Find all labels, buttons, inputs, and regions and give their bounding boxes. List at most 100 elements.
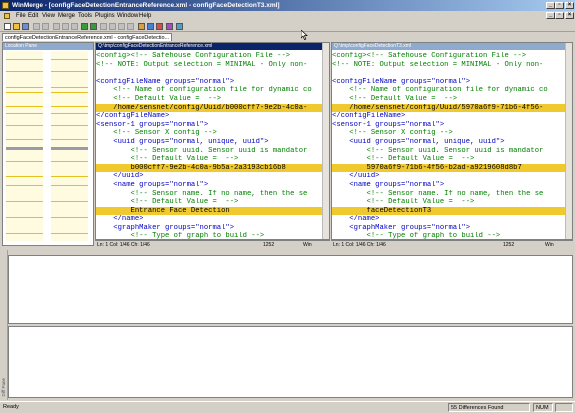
undo-icon[interactable] [33,23,40,30]
document-icon[interactable] [4,13,10,19]
new-icon[interactable] [4,23,11,30]
next-diff-icon[interactable] [81,23,88,30]
code-line[interactable] [332,69,572,78]
code-line[interactable]: <!-- Default Value = --> [96,95,329,104]
location-pane[interactable]: Location Pane [2,42,94,246]
diff-pane-left[interactable] [8,255,573,324]
code-line[interactable]: <!-- Name of configuration file for dyna… [332,86,572,95]
current-diff-icon[interactable] [71,23,78,30]
code-line-text: <!-- NOTE: Output selection = MINIMAL - … [96,60,308,69]
menu-edit[interactable]: Edit [28,12,38,20]
code-line[interactable]: <!-- Sensor name. If no name, then the s… [332,190,572,199]
vertical-scrollbar[interactable] [322,43,329,239]
code-line[interactable]: <!-- Sensor X config --> [332,129,572,138]
menu-merge[interactable]: Merge [58,12,75,20]
menu-plugins[interactable]: Plugins [95,12,115,20]
code-line[interactable]: </name> [332,215,572,224]
copy-all-left-icon[interactable] [118,23,125,30]
code-line[interactable]: <configFileName groups="normal"> [96,78,329,87]
code-line[interactable]: <!-- Default Value = --> [332,95,572,104]
code-line[interactable]: <!-- Default Value = --> [96,198,329,207]
code-line[interactable]: <!-- Sensor X config --> [96,129,329,138]
code-line-text: <!-- Sensor uuid. Sensor uuid is mandato… [96,146,308,155]
prev-diff-icon[interactable] [62,23,69,30]
code-line[interactable]: <sensor-1 groups="normal"> [332,121,572,130]
code-line[interactable]: <uuid groups="normal, unique, uuid"> [332,138,572,147]
tab-config-compare[interactable]: configFaceDetectionEntranceReference.xml… [2,33,173,41]
doc-close-button[interactable]: × [565,12,574,19]
doc-restore-button[interactable]: ▫ [555,12,564,19]
code-line[interactable]: <!-- NOTE: Output selection = MINIMAL - … [96,61,329,70]
code-line[interactable]: <!-- Default Value = --> [332,198,572,207]
close-button[interactable]: × [565,2,574,9]
code-line[interactable]: <name groups="normal"> [332,181,572,190]
left-file-pane[interactable]: Q:\tmp\configFaceDetectionEntranceRefere… [95,42,330,240]
code-line[interactable] [96,69,329,78]
code-line[interactable]: <!-- Sensor uuid. Sensor uuid is mandato… [332,147,572,156]
maximize-button[interactable]: ▫ [555,2,564,9]
code-line-diff[interactable]: /home/sensnet/config/Uuid/5970a6f9-71b6-… [332,103,572,113]
code-line[interactable]: </configFileName> [96,112,329,121]
open-icon[interactable] [13,23,20,30]
code-line[interactable]: <uuid groups="normal, unique, uuid"> [96,138,329,147]
code-line[interactable]: <!-- Sensor uuid. Sensor uuid is mandato… [96,147,329,156]
redo-icon[interactable] [42,23,49,30]
right-eol: Win [545,242,554,248]
copy-all-right-icon[interactable] [127,23,134,30]
code-line-text: <!-- Default Value = --> [332,198,475,207]
horizontal-splitter[interactable] [0,249,575,254]
save-icon[interactable] [22,23,29,30]
code-line[interactable]: <!-- Default Value = --> [332,155,572,164]
menu-help[interactable]: Help [139,12,151,20]
code-line[interactable]: <!-- Name of configuration file for dyna… [96,86,329,95]
filter-icon[interactable] [156,23,163,30]
menu-window[interactable]: Window [117,12,138,20]
code-line[interactable]: </name> [96,215,329,224]
right-code-view[interactable]: <config><!-- Safehouse Configuration Fil… [332,52,572,239]
code-line[interactable]: </configFileName> [332,112,572,121]
code-line[interactable]: <graphMaker groups="normal"> [96,224,329,233]
left-code-view[interactable]: <config><!-- Safehouse Configuration Fil… [96,52,329,239]
vertical-scrollbar[interactable] [565,43,572,239]
code-line[interactable]: <config><!-- Safehouse Configuration Fil… [96,52,329,61]
last-diff-icon[interactable] [90,23,97,30]
code-line-diff[interactable]: b000cff7-9e2b-4c0a-9b5a-2a3193cb16b8 [96,163,329,173]
right-file-pane[interactable]: Q:\tmp\configFaceDetectionT3.xml <config… [331,42,573,240]
status-bar: Ready 55 Differences Found NUM [0,401,575,412]
diff-pane-right[interactable] [8,326,573,398]
first-diff-icon[interactable] [53,23,60,30]
code-line-text: <!-- NOTE: Output selection = MINIMAL - … [332,60,544,69]
code-line-diff[interactable]: Entrance Face Detection [96,206,329,216]
code-line-diff[interactable]: faceDetectionT3 [332,206,572,216]
code-line[interactable]: <!-- Default Value = --> [96,155,329,164]
menu-tools[interactable]: Tools [78,12,92,20]
tab-bar: configFaceDetectionEntranceReference.xml… [0,32,575,41]
location-bar-left[interactable] [6,51,43,241]
winmerge-app-icon[interactable] [2,2,9,9]
minimize-button[interactable]: _ [546,2,555,9]
refresh-icon[interactable] [147,23,154,30]
code-line[interactable]: <!-- NOTE: Output selection = MINIMAL - … [332,61,572,70]
code-line[interactable]: <graphMaker groups="normal"> [332,224,572,233]
code-line-text: <graphMaker groups="normal"> [332,223,471,232]
code-line[interactable]: <!-- Type of graph to build --> [96,232,329,239]
code-line-diff[interactable]: 5970a6f9-71b6-4f56-b2ad-a9219608d8b7 [332,163,572,173]
code-line[interactable]: <!-- Sensor name. If no name, then the s… [96,190,329,199]
code-line-diff[interactable]: /home/sensnet/config/Uuid/b000cff7-9e2b-… [96,103,329,113]
code-line[interactable]: <sensor-1 groups="normal"> [96,121,329,130]
code-line[interactable]: </uuid> [96,172,329,181]
code-line[interactable]: <config><!-- Safehouse Configuration Fil… [332,52,572,61]
code-line[interactable]: </uuid> [332,172,572,181]
copy-right-icon[interactable] [109,23,116,30]
code-line[interactable]: <configFileName groups="normal"> [332,78,572,87]
doc-minimize-button[interactable]: _ [546,12,555,19]
location-bar-right[interactable] [51,51,88,241]
code-line[interactable]: <name groups="normal"> [96,181,329,190]
compare-icon[interactable] [176,23,183,30]
menu-file[interactable]: File [16,12,26,20]
plugin-icon[interactable] [166,23,173,30]
options-icon[interactable] [138,23,145,30]
code-line[interactable]: <!-- Type of graph to build --> [332,232,572,239]
menu-view[interactable]: View [42,12,55,20]
copy-left-icon[interactable] [100,23,107,30]
